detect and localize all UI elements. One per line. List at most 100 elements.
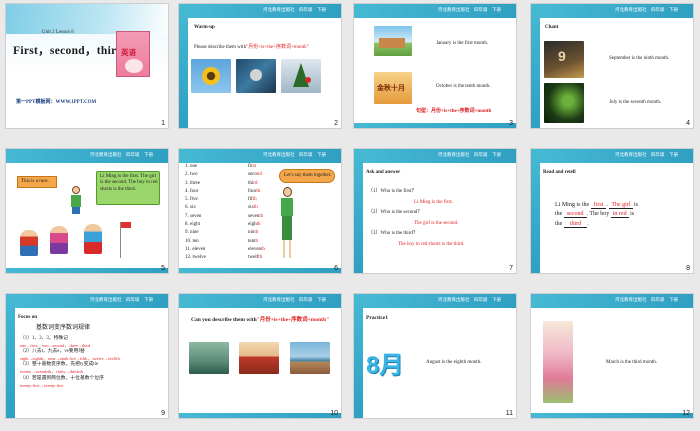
slide-number: 1 [161, 120, 165, 127]
bubble-text: Li Ming is the first. The girl is the se… [100, 174, 158, 192]
side-bar [531, 149, 540, 273]
cardinal-list: 1. one 2. two 3. three 4. four 5. five 6. six… [185, 164, 245, 264]
ordinal-stem: twelf [248, 255, 259, 261]
ordinal-stem: eleven [248, 246, 262, 252]
cardinal-number: 3. three [185, 180, 200, 186]
header-bar: 河北教育出版社 四年级 下册 [540, 149, 693, 163]
slide-number: 12 [682, 410, 690, 417]
retell-text: the [555, 211, 563, 218]
slide-thumbnail-2[interactable]: 河北教育出版社 四年级 下册 Warm-up Please describe t… [178, 3, 342, 129]
retell-text: is [630, 211, 635, 218]
cardinal-number: 8. eight [185, 222, 200, 228]
photo-red-flowers [239, 342, 279, 374]
slide-number: 8 [686, 265, 690, 272]
ordinal-stem: seco [248, 172, 257, 178]
sentence-pattern: 句型：月份+is+the+序数词+month [416, 109, 492, 114]
october-banner: 金秋十月 [377, 84, 405, 92]
slide-thumbnail-3[interactable]: 河北教育出版社 四年级 下册 January is the first mont… [353, 3, 517, 129]
ordinal-stem: eigh [248, 222, 257, 228]
retell-text: is [632, 202, 639, 208]
answer-1: Li Ming is the first. [414, 200, 454, 205]
slide-thumbnail-6[interactable]: 河北教育出版社 四年级 下册 1. one 2. two 3. three 4. fo… [178, 148, 342, 274]
cardinal-number: 7. seven [185, 213, 202, 219]
question-3: （3）Who is the third？ [368, 231, 418, 236]
cardinal-number: 4. four [185, 188, 199, 194]
side-bar [354, 149, 363, 273]
side-bar [531, 4, 540, 128]
sentence-july: July is the seventh month. [609, 100, 662, 105]
blank-answer: in red [610, 211, 629, 219]
side-bar [6, 294, 15, 418]
photo-christmas [281, 59, 321, 93]
rules-list: （1）1、2、3，特殊记 one→first， two→second， three… [20, 336, 166, 389]
ordinal-suffix: th [258, 255, 263, 261]
slide-thumbnail-4[interactable]: 河北教育出版社 四年级 下册 Chant 9 September is the … [530, 3, 694, 129]
cardinal-number: 2. two [185, 172, 198, 178]
slide-number: 10 [330, 410, 338, 417]
header-text: 河北教育出版社 四年级 下册 [263, 7, 326, 12]
slide-thumbnail-10[interactable]: 河北教育出版社 四年级 下册 Can you describe them wit… [178, 293, 342, 419]
header-text: 河北教育出版社 四年级 下册 [438, 297, 501, 302]
august-graphic: 8月 [366, 352, 404, 379]
slide-thumbnail-8[interactable]: 河北教育出版社 四年级 下册 Read and retell Li Ming i… [530, 148, 694, 274]
header-bar: 河北教育出版社 四年级 下册 [15, 294, 168, 308]
header-text: 河北教育出版社 四年级 下册 [90, 152, 153, 157]
cardinal-number: 5. five [185, 197, 198, 203]
ordinal-suffix: th [253, 205, 258, 211]
slide-thumbnail-5[interactable]: 河北教育出版社 四年级 下册 This is a race. Li Ming i… [5, 148, 169, 274]
book-label: 英语 [121, 48, 136, 57]
sentence-august: August is the eighth month. [426, 360, 482, 365]
slide-number: 9 [161, 410, 165, 417]
photo-coast [290, 342, 330, 374]
blank-answer: The girl [609, 202, 633, 209]
rule-line: eight→eighth， nine→ninth five→fifth， twe… [20, 356, 120, 362]
header-text: 河北教育出版社 四年级 下册 [90, 297, 153, 302]
header-text: 河北教育出版社 四年级 下册 [263, 297, 326, 302]
ordinal-stem: seven [248, 213, 260, 219]
cardinal-number: 10. ten [185, 238, 199, 244]
unit-label: Unit 2 Lesson 8 [42, 30, 74, 35]
ordinal-stem: tent [248, 238, 256, 244]
girl-figure [69, 186, 83, 214]
header-bar: 河北教育出版社 四年级 下册 [188, 4, 341, 18]
teacher-figure [279, 187, 295, 261]
section-title: Warm-up [194, 25, 215, 30]
cardinal-number: 9. nine [185, 230, 199, 236]
cardinal-number: 6. six [185, 205, 196, 211]
race-illustration [20, 222, 140, 264]
slide-number: 7 [509, 265, 513, 272]
slide-thumbnail-9[interactable]: 河北教育出版社 四年级 下册 Focus on 基数词变序数词规律 （1）1、2… [5, 293, 169, 419]
prompt-text: Can you describe them with [191, 317, 257, 323]
rule-line: twenty→twentieth， thirty→thirtieth [20, 369, 83, 375]
photo-march [543, 321, 573, 403]
footer-bar [531, 413, 693, 418]
slide-number: 11 [505, 410, 513, 417]
section-title: Focus on [18, 315, 38, 320]
bubble-text: Let's say them together. [284, 173, 332, 178]
header-text: 河北教育出版社 四年级 下册 [263, 152, 326, 157]
prompt-text: Please describe them with [194, 45, 247, 50]
textbook-cover: 英语 [116, 31, 150, 77]
cardinal-number: 11. eleven [185, 246, 206, 252]
site-watermark: 第一PPT模板网：WWW.1PPT.COM [16, 100, 97, 105]
footer-bar [179, 268, 341, 273]
slide-thumbnail-11[interactable]: 河北教育出版社 四年级 下册 Practice1 8月 August is th… [353, 293, 517, 419]
photo-september: 9 [544, 41, 584, 78]
question-2: （2）Who is the second？ [368, 210, 423, 215]
slide-thumbnail-1[interactable]: Unit 2 Lesson 8 First，second，third. 英语 第… [5, 3, 169, 129]
slide-number: 4 [686, 120, 690, 127]
header-bar: 河北教育出版社 四年级 下册 [363, 294, 516, 308]
blank-answer: second [563, 211, 587, 219]
slide-thumbnail-7[interactable]: 河北教育出版社 四年级 下册 Ask and answer （1）Who is … [353, 148, 517, 274]
section-title: Read and retell [543, 170, 576, 175]
ordinal-suffix: nd [256, 172, 262, 178]
ordinal-suffix: th [256, 188, 261, 194]
section-title: Practice1 [366, 315, 388, 321]
blank-answer: first [590, 202, 607, 209]
side-bar [354, 294, 363, 418]
bubble-text: This is a race. [21, 179, 49, 184]
slide-thumbnail-12[interactable]: 河北教育出版社 四年级 下册 March is the third month.… [530, 293, 694, 419]
photo-january [374, 26, 412, 56]
section-title: Ask and answer [366, 170, 401, 175]
header-bar: 河北教育出版社 四年级 下册 [363, 149, 516, 163]
